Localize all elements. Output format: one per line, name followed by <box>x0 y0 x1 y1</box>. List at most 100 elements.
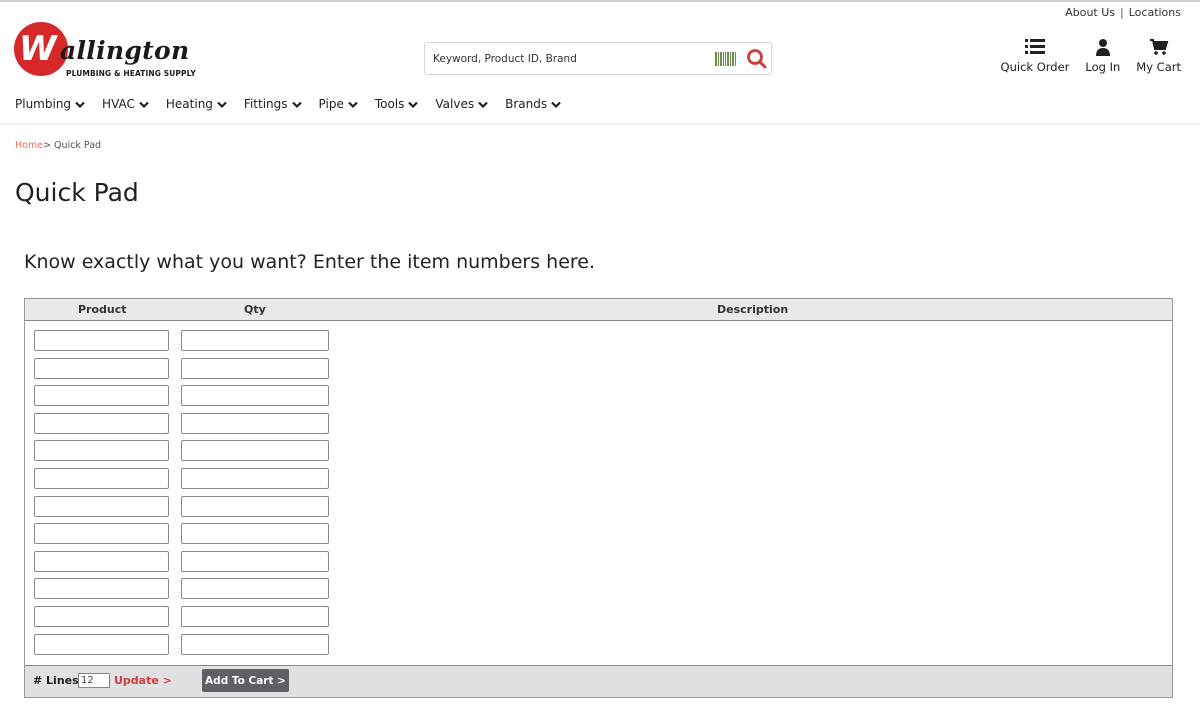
product-input[interactable] <box>34 634 169 655</box>
chevron-down-icon <box>139 101 149 108</box>
log-in-button[interactable]: Log In <box>1085 38 1120 74</box>
qty-input[interactable] <box>181 413 329 434</box>
logo-tagline: PLUMBING & HEATING SUPPLY <box>66 69 196 78</box>
barcode-scan-icon[interactable] <box>715 52 737 66</box>
nav-item-heating[interactable]: Heating <box>166 97 227 111</box>
table-row <box>34 606 334 627</box>
column-header-qty: Qty <box>244 303 266 316</box>
column-header-description: Description <box>717 303 789 316</box>
qty-input[interactable] <box>181 385 329 406</box>
utility-separator: | <box>1120 6 1124 19</box>
search-input[interactable] <box>425 43 710 74</box>
chevron-down-icon <box>551 101 561 108</box>
lines-count-input[interactable] <box>78 673 110 688</box>
qty-input[interactable] <box>181 523 329 544</box>
product-input[interactable] <box>34 496 169 517</box>
product-input[interactable] <box>34 413 169 434</box>
product-input[interactable] <box>34 358 169 379</box>
logo-name: allington <box>60 36 190 65</box>
breadcrumb-current: > Quick Pad <box>43 140 102 151</box>
table-row <box>34 468 334 489</box>
chevron-down-icon <box>291 101 302 108</box>
list-icon <box>1024 39 1045 54</box>
nav-item-brands[interactable]: Brands <box>505 97 561 111</box>
table-row <box>34 330 334 351</box>
chevron-down-icon <box>478 101 488 108</box>
table-row <box>34 578 334 599</box>
cart-icon <box>1149 39 1168 55</box>
table-footer: # Lines Update > Add To Cart > <box>25 665 1172 697</box>
table-row <box>34 440 334 461</box>
nav-item-label: Plumbing <box>15 97 72 111</box>
search-icon[interactable] <box>745 48 769 70</box>
qty-input[interactable] <box>181 578 329 599</box>
top-border <box>0 0 1200 2</box>
nav-item-label: Valves <box>435 97 475 111</box>
table-header: Product Qty Description <box>25 299 1172 321</box>
log-in-label: Log In <box>1085 60 1121 74</box>
table-row <box>34 413 334 434</box>
table-row <box>34 496 334 517</box>
table-row <box>34 385 334 406</box>
table-row <box>34 634 334 655</box>
nav-item-tools[interactable]: Tools <box>375 97 419 111</box>
site-logo[interactable]: W allington PLUMBING & HEATING SUPPLY <box>14 22 214 82</box>
product-input[interactable] <box>34 468 169 489</box>
user-icon <box>1095 39 1110 56</box>
table-row <box>34 551 334 572</box>
product-input[interactable] <box>34 330 169 351</box>
breadcrumb: Home> Quick Pad <box>15 140 101 151</box>
nav-item-plumbing[interactable]: Plumbing <box>15 97 85 111</box>
quick-pad-table: Product Qty Description # Lines Update >… <box>24 298 1173 698</box>
my-cart-button[interactable]: My Cart <box>1136 38 1181 74</box>
qty-input[interactable] <box>181 468 329 489</box>
product-input[interactable] <box>34 606 169 627</box>
utility-links: About Us | Locations <box>1065 6 1181 19</box>
chevron-down-icon <box>408 101 419 108</box>
my-cart-label: My Cart <box>1136 60 1181 74</box>
intro-text: Know exactly what you want? Enter the it… <box>24 251 596 273</box>
nav-item-label: Fittings <box>243 97 288 111</box>
qty-input[interactable] <box>181 440 329 461</box>
nav-item-label: HVAC <box>102 97 135 111</box>
page-title: Quick Pad <box>15 178 139 207</box>
chevron-down-icon <box>217 101 227 108</box>
logo-letter: W <box>19 29 56 69</box>
product-input[interactable] <box>34 578 169 599</box>
nav-item-fittings[interactable]: Fittings <box>244 97 302 111</box>
main-nav: Plumbing HVAC Heating Fittings Pipe Tools Valv… <box>15 97 561 111</box>
nav-item-hvac[interactable]: HVAC <box>102 97 149 111</box>
chevron-down-icon <box>348 101 358 108</box>
quick-order-button[interactable]: Quick Order <box>1000 38 1070 74</box>
nav-item-label: Pipe <box>318 97 344 111</box>
product-input[interactable] <box>34 551 169 572</box>
add-to-cart-button[interactable]: Add To Cart > <box>202 669 289 692</box>
nav-item-label: Heating <box>165 97 213 111</box>
column-header-product: Product <box>78 303 127 316</box>
header-actions: Quick Order Log In My Cart <box>1001 38 1181 74</box>
nav-item-valves[interactable]: Valves <box>435 97 488 111</box>
table-row <box>34 358 334 379</box>
nav-item-pipe[interactable]: Pipe <box>319 97 358 111</box>
update-link[interactable]: Update > <box>114 674 172 687</box>
nav-item-label: Brands <box>505 97 548 111</box>
product-input[interactable] <box>34 523 169 544</box>
qty-input[interactable] <box>181 606 329 627</box>
search-bar <box>424 42 772 75</box>
table-row <box>34 523 334 544</box>
lines-label: # Lines <box>33 674 79 687</box>
locations-link[interactable]: Locations <box>1129 6 1181 19</box>
about-us-link[interactable]: About Us <box>1065 6 1115 19</box>
qty-input[interactable] <box>181 634 329 655</box>
product-input[interactable] <box>34 440 169 461</box>
qty-input[interactable] <box>181 358 329 379</box>
product-input[interactable] <box>34 385 169 406</box>
qty-input[interactable] <box>181 496 329 517</box>
nav-divider <box>0 123 1200 125</box>
nav-item-label: Tools <box>374 97 405 111</box>
qty-input[interactable] <box>181 330 329 351</box>
chevron-down-icon <box>75 101 85 108</box>
quick-order-label: Quick Order <box>1000 60 1070 74</box>
qty-input[interactable] <box>181 551 329 572</box>
breadcrumb-home-link[interactable]: Home <box>15 140 43 151</box>
